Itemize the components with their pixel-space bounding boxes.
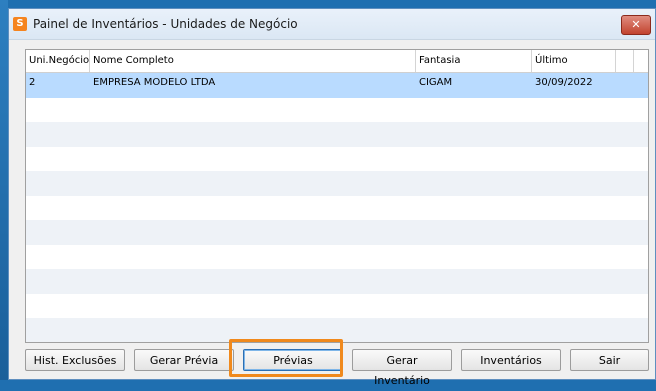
empty-row [26,245,648,270]
grid-rows: 2 EMPRESA MODELO LTDA CIGAM 30/09/2022 [26,73,648,342]
empty-row [26,318,648,342]
empty-row [26,98,648,123]
column-header-nome-completo[interactable]: Nome Completo [90,50,416,72]
table-row[interactable]: 2 EMPRESA MODELO LTDA CIGAM 30/09/2022 [26,73,648,98]
window-title: Painel de Inventários - Unidades de Negó… [33,17,298,31]
column-header-ultimo-inventario[interactable]: Último Inventário [532,50,616,88]
inventarios-button[interactable]: Inventários [461,349,561,371]
empty-row [26,220,648,245]
empty-row [26,294,648,319]
cell-uni-negocio: 2 [29,77,36,88]
empty-row [26,171,648,196]
app-icon: S [13,17,27,31]
empty-row [26,269,648,294]
column-header-empty [616,50,634,72]
cell-nome-completo: EMPRESA MODELO LTDA [93,77,216,88]
business-units-grid[interactable]: Uni.Negócio Nome Completo Fantasia Últim… [25,49,649,343]
inventory-panel-window: S Painel de Inventários - Unidades de Ne… [8,8,656,387]
grid-header: Uni.Negócio Nome Completo Fantasia Últim… [26,50,648,88]
sair-button[interactable]: Sair [570,349,649,371]
empty-row [26,196,648,221]
empty-row [26,122,648,147]
gerar-inventario-button[interactable]: Gerar Inventário [352,349,452,387]
hist-exclusoes-button[interactable]: Hist. Exclusões [25,349,125,371]
empty-row [26,147,648,172]
desktop-background [0,0,8,380]
column-header-fantasia[interactable]: Fantasia [416,50,532,72]
title-bar[interactable]: S Painel de Inventários - Unidades de Ne… [9,9,655,40]
cell-fantasia: CIGAM [419,77,453,88]
gerar-previa-button[interactable]: Gerar Prévia [134,349,234,371]
close-button[interactable]: ✕ [621,15,651,35]
previas-button[interactable]: Prévias [243,349,343,371]
cell-ultimo-inventario: 30/09/2022 [535,77,593,88]
button-bar: Hist. Exclusões Gerar Prévia Prévias Ger… [25,349,649,387]
column-header-uni-negocio[interactable]: Uni.Negócio [26,50,90,72]
